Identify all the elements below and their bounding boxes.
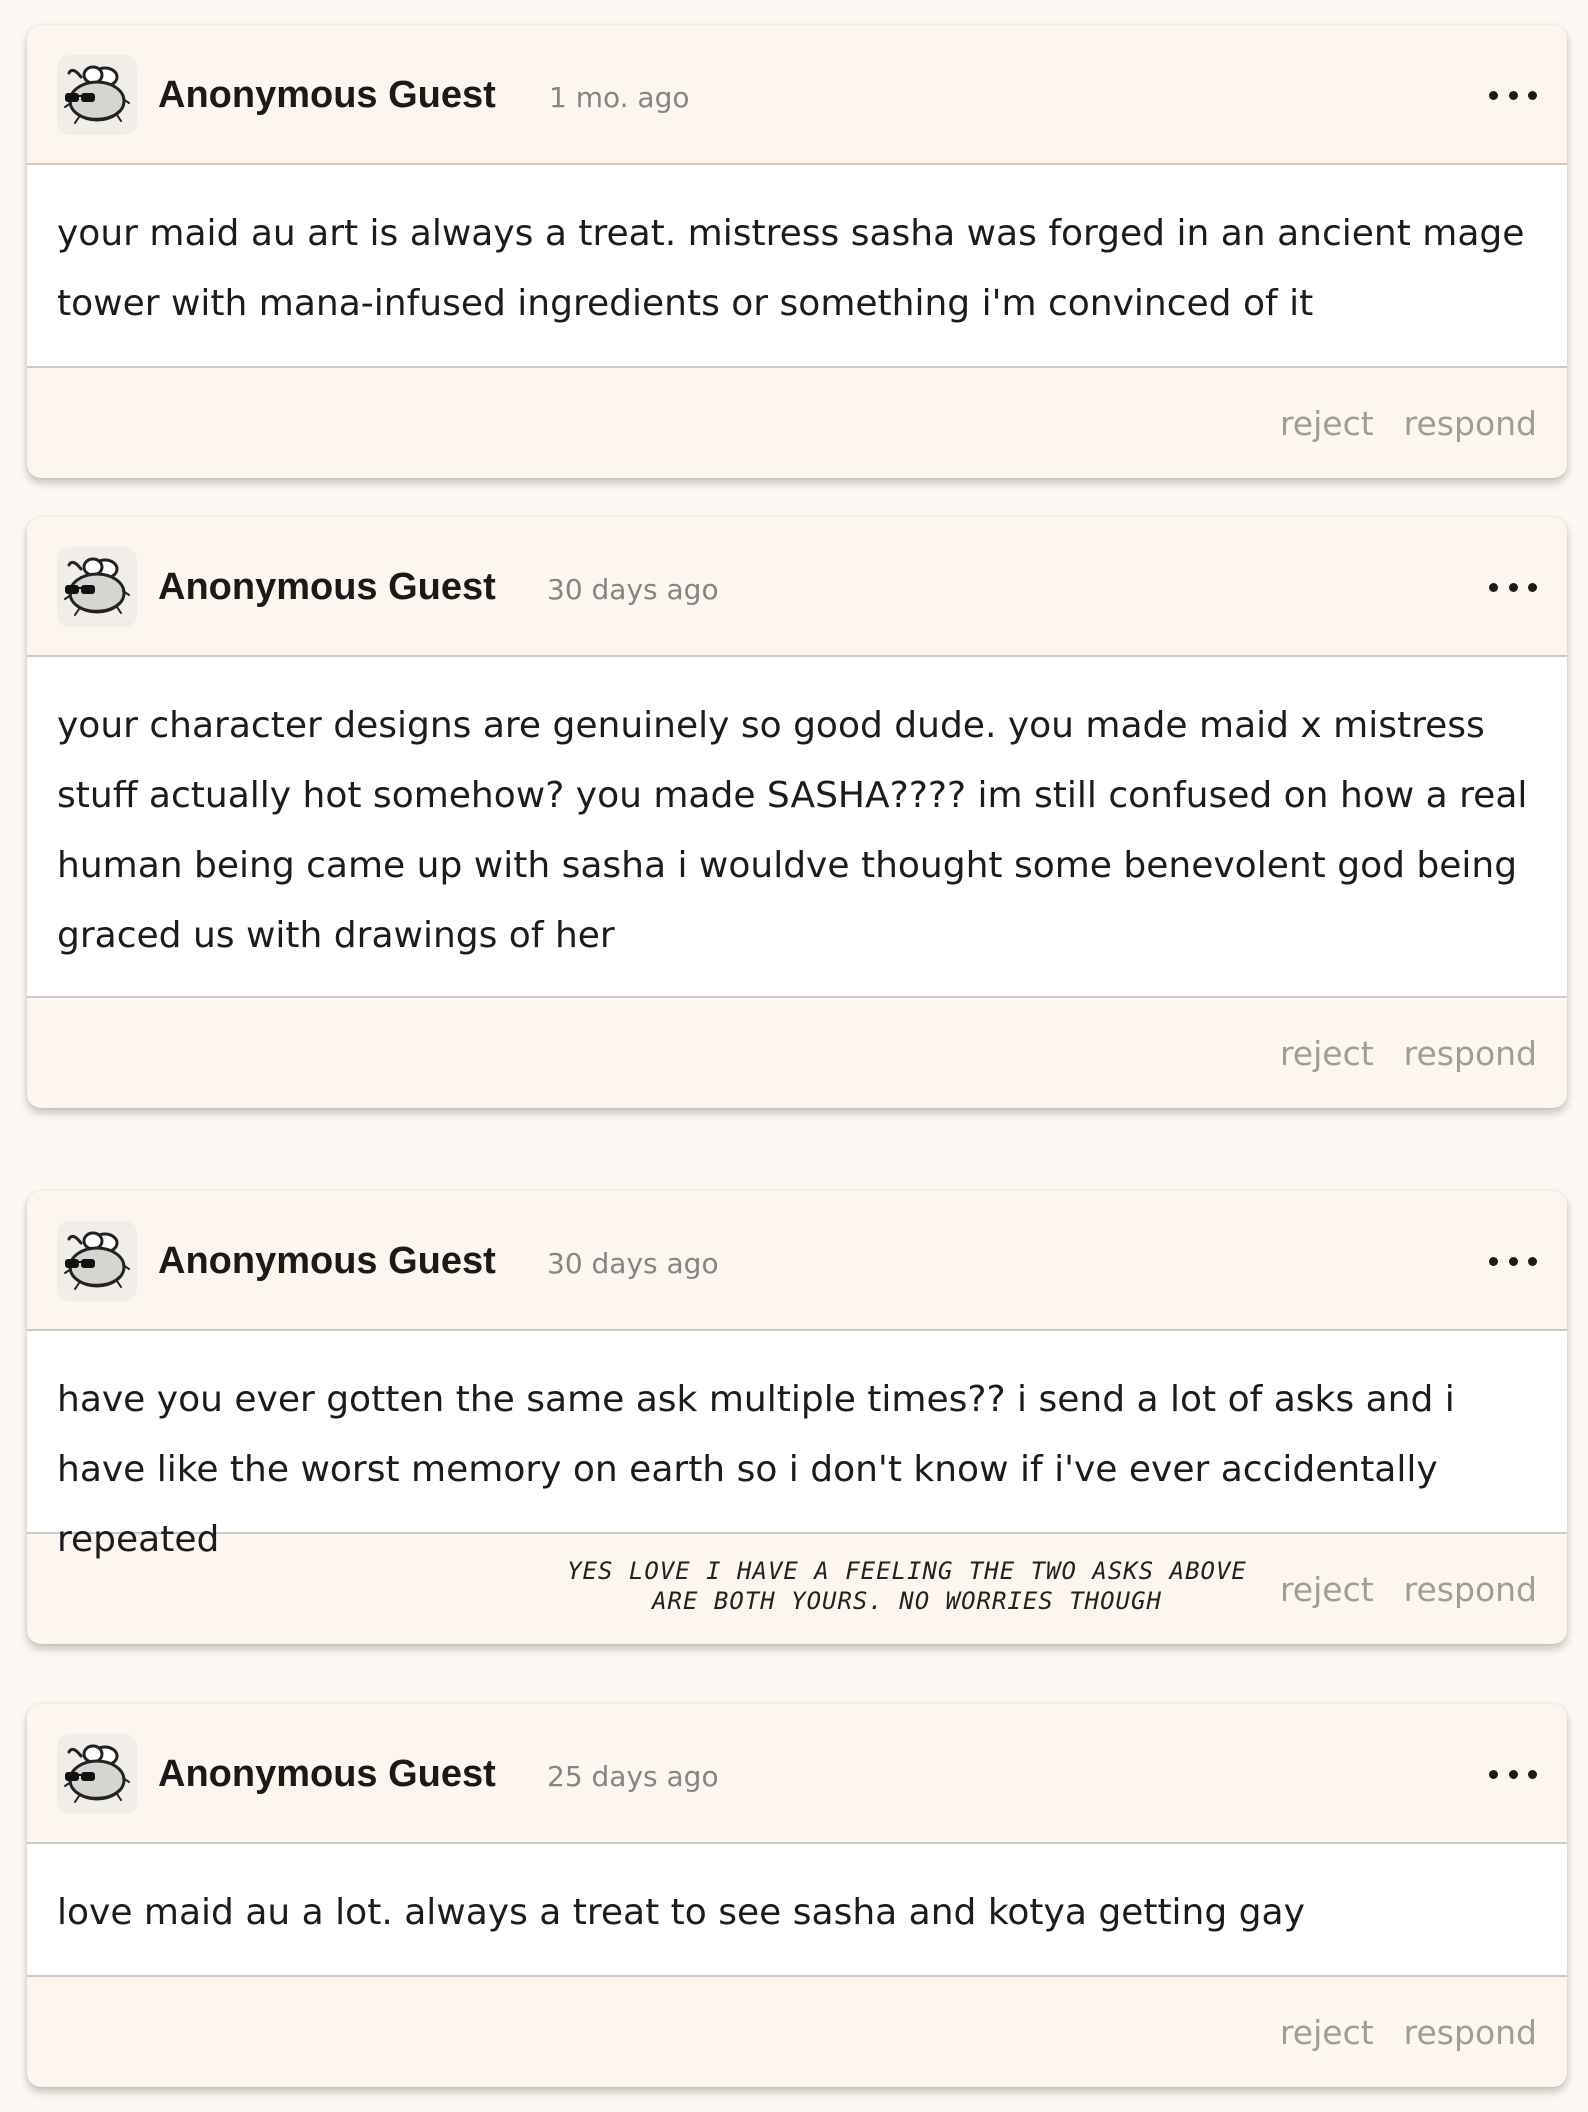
ask-actions: reject respond: [1280, 1570, 1537, 1610]
ask-footer: reject respond: [27, 368, 1567, 478]
dot: [1489, 1256, 1498, 1266]
ask-card: Anonymous Guest 25 days ago love maid au…: [27, 1704, 1567, 2087]
dot: [1508, 582, 1518, 592]
dot: [1489, 90, 1498, 100]
dot: [1508, 1769, 1518, 1779]
dot: [1528, 1769, 1537, 1779]
more-options-icon[interactable]: [1489, 1249, 1537, 1273]
ask-footer: reject respond: [27, 1977, 1567, 2087]
ask-footer: reject respond: [27, 998, 1567, 1108]
ask-body: your maid au art is always a treat. mist…: [27, 165, 1567, 368]
dot: [1508, 90, 1518, 100]
dot: [1528, 582, 1537, 592]
timestamp: 1 mo. ago: [549, 81, 690, 114]
author-name[interactable]: Anonymous Guest: [158, 73, 496, 117]
ask-header: Anonymous Guest 1 mo. ago: [27, 25, 1567, 165]
ask-actions: reject respond: [1280, 1034, 1537, 1074]
respond-button[interactable]: respond: [1404, 1570, 1537, 1610]
ask-header: Anonymous Guest 25 days ago: [27, 1704, 1567, 1844]
handwritten-response-note: yes love i have a feeling the two asks a…: [567, 1557, 1247, 1615]
ask-body: love maid au a lot. always a treat to se…: [27, 1844, 1567, 1977]
ask-card: Anonymous Guest 1 mo. ago your maid au a…: [27, 25, 1567, 478]
more-options-icon[interactable]: [1489, 1762, 1537, 1786]
more-options-icon[interactable]: [1489, 575, 1537, 599]
fly-avatar-icon[interactable]: [57, 55, 137, 135]
respond-button[interactable]: respond: [1404, 2013, 1537, 2053]
ask-header: Anonymous Guest 30 days ago: [27, 517, 1567, 657]
reject-button[interactable]: reject: [1280, 1034, 1374, 1074]
more-options-icon[interactable]: [1489, 83, 1537, 107]
ask-card: Anonymous Guest 30 days ago have you eve…: [27, 1191, 1567, 1644]
dot: [1489, 582, 1498, 592]
timestamp: 30 days ago: [547, 1247, 719, 1280]
ask-body: your character designs are genuinely so …: [27, 657, 1567, 998]
ask-footer: yes love i have a feeling the two asks a…: [27, 1534, 1567, 1644]
dot: [1528, 1256, 1537, 1266]
respond-button[interactable]: respond: [1404, 1034, 1537, 1074]
timestamp: 25 days ago: [547, 1760, 719, 1793]
author-name[interactable]: Anonymous Guest: [158, 1752, 496, 1796]
author-name[interactable]: Anonymous Guest: [158, 1239, 496, 1283]
fly-avatar-icon[interactable]: [57, 1221, 137, 1301]
dot: [1508, 1256, 1518, 1266]
ask-actions: reject respond: [1280, 2013, 1537, 2053]
ask-actions: reject respond: [1280, 404, 1537, 444]
reject-button[interactable]: reject: [1280, 404, 1374, 444]
fly-avatar-icon[interactable]: [57, 547, 137, 627]
ask-body: have you ever gotten the same ask multip…: [27, 1331, 1567, 1560]
author-name[interactable]: Anonymous Guest: [158, 565, 496, 609]
dot: [1528, 90, 1537, 100]
reject-button[interactable]: reject: [1280, 1570, 1374, 1610]
fly-avatar-icon[interactable]: [57, 1734, 137, 1814]
ask-header: Anonymous Guest 30 days ago: [27, 1191, 1567, 1331]
respond-button[interactable]: respond: [1404, 404, 1537, 444]
timestamp: 30 days ago: [547, 573, 719, 606]
reject-button[interactable]: reject: [1280, 2013, 1374, 2053]
ask-card: Anonymous Guest 30 days ago your charact…: [27, 517, 1567, 1108]
dot: [1489, 1769, 1498, 1779]
